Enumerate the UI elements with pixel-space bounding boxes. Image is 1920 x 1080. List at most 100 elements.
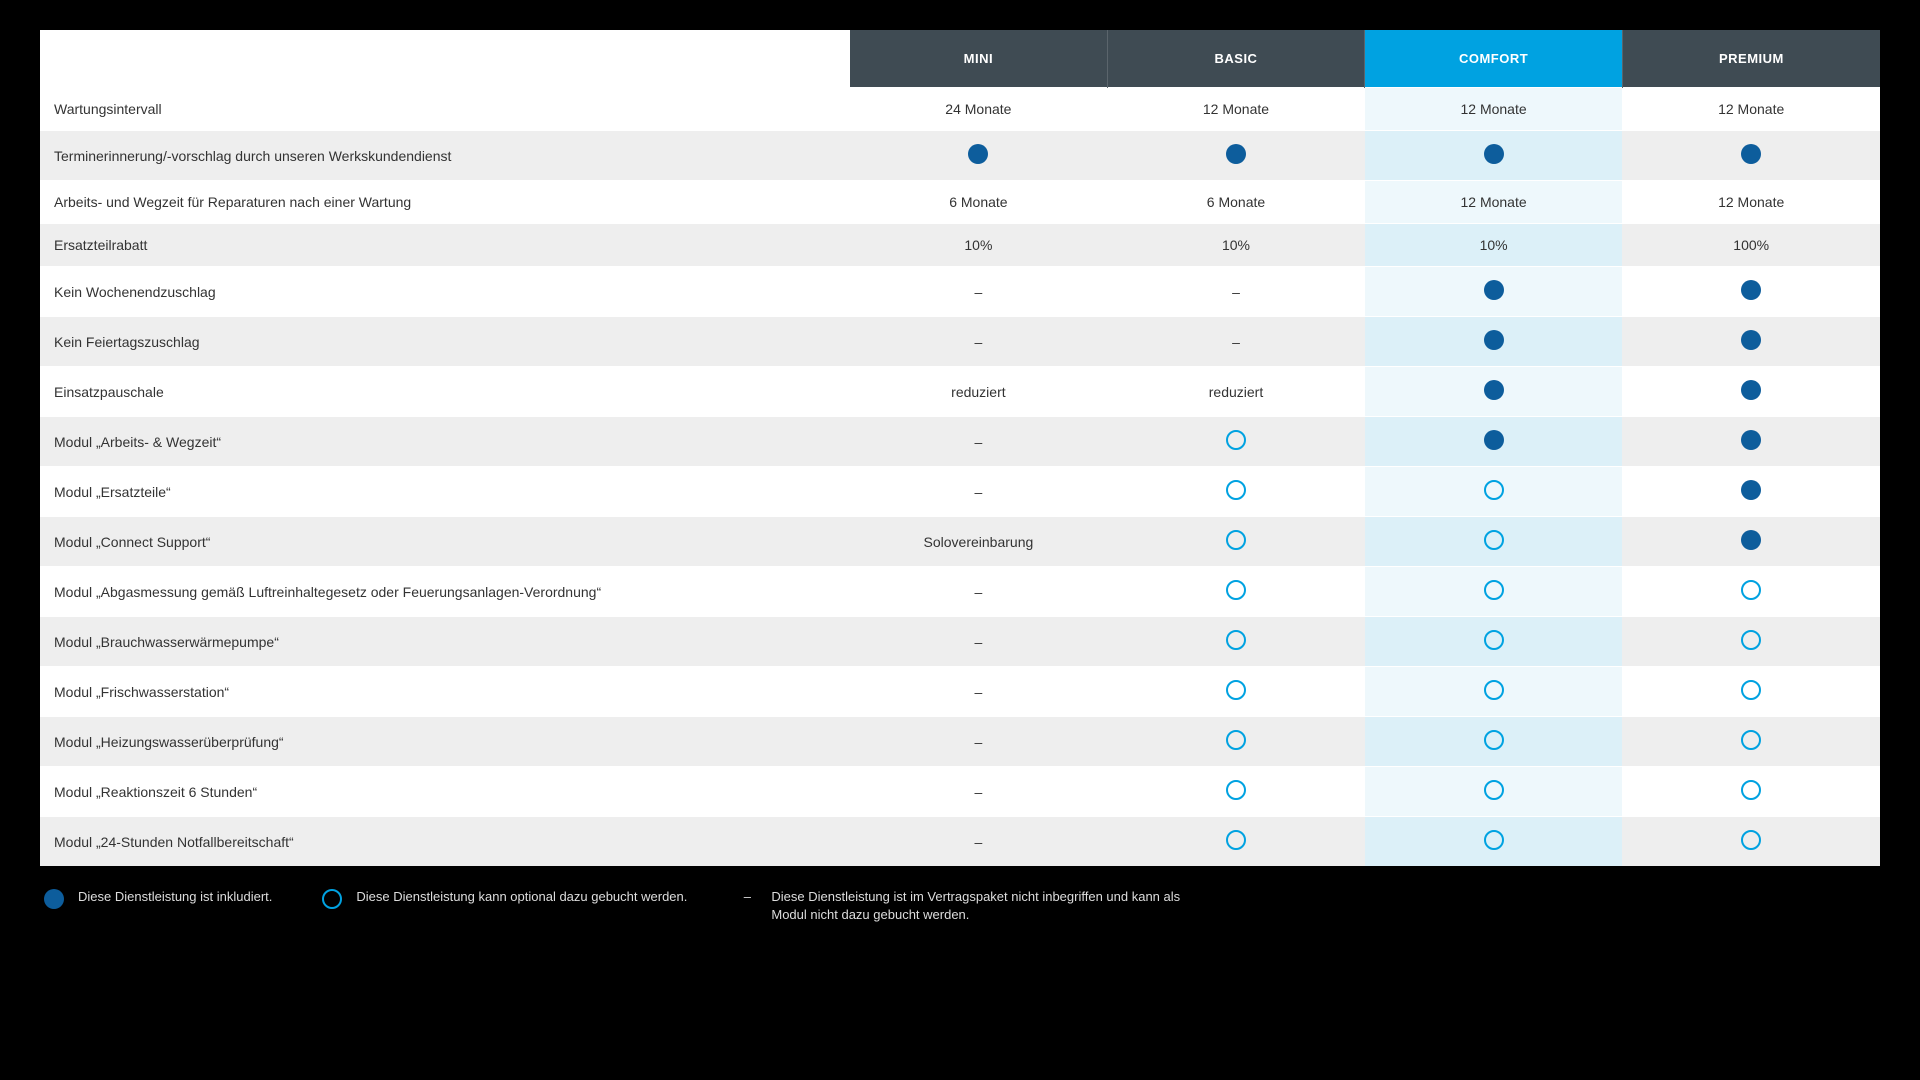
feature-cell xyxy=(1365,667,1623,717)
feature-cell xyxy=(1365,417,1623,467)
dash-icon: – xyxy=(974,734,982,750)
dot-filled-icon xyxy=(1741,380,1761,400)
feature-label: Kein Wochenendzuschlag xyxy=(40,267,850,317)
dash-icon: – xyxy=(1232,334,1240,350)
dash-icon: – xyxy=(974,434,982,450)
feature-cell: – xyxy=(850,467,1108,517)
dot-outline-icon xyxy=(1741,780,1761,800)
dot-outline-icon xyxy=(1741,830,1761,850)
feature-cell xyxy=(1622,267,1880,317)
dot-outline-icon xyxy=(1484,780,1504,800)
feature-label: Terminerinnerung/-vorschlag durch unsere… xyxy=(40,131,850,181)
feature-cell xyxy=(1107,131,1365,181)
feature-label: Modul „Reaktionszeit 6 Stunden“ xyxy=(40,767,850,817)
table-row: Kein Wochenendzuschlag–– xyxy=(40,267,1880,317)
feature-cell: – xyxy=(850,767,1108,817)
dash-icon: – xyxy=(974,334,982,350)
feature-cell: – xyxy=(850,817,1108,867)
feature-cell xyxy=(1622,717,1880,767)
dot-outline-icon xyxy=(1226,630,1246,650)
feature-cell: 12 Monate xyxy=(1365,88,1623,131)
feature-label: Modul „Heizungswasserüberprüfung“ xyxy=(40,717,850,767)
dot-filled-icon xyxy=(1484,330,1504,350)
dot-filled-icon xyxy=(1741,330,1761,350)
feature-cell xyxy=(1107,567,1365,617)
feature-cell xyxy=(1107,817,1365,867)
dot-outline-icon xyxy=(1226,430,1246,450)
feature-cell xyxy=(1622,417,1880,467)
feature-cell xyxy=(1622,467,1880,517)
feature-cell: reduziert xyxy=(1107,367,1365,417)
dash-icon: – xyxy=(737,889,757,904)
feature-label: Wartungsintervall xyxy=(40,88,850,131)
feature-cell: 12 Monate xyxy=(1107,88,1365,131)
feature-cell xyxy=(1622,367,1880,417)
feature-cell xyxy=(1365,817,1623,867)
feature-cell: 10% xyxy=(1365,224,1623,267)
dot-outline-icon xyxy=(1226,530,1246,550)
feature-cell xyxy=(1365,717,1623,767)
feature-cell: – xyxy=(850,717,1108,767)
feature-cell: 24 Monate xyxy=(850,88,1108,131)
dot-filled-icon xyxy=(1484,280,1504,300)
feature-cell: – xyxy=(850,667,1108,717)
dash-icon: – xyxy=(1232,284,1240,300)
table-row: Ersatzteilrabatt10%10%10%100% xyxy=(40,224,1880,267)
feature-cell: – xyxy=(850,267,1108,317)
feature-label: Modul „Connect Support“ xyxy=(40,517,850,567)
table-row: Kein Feiertagszuschlag–– xyxy=(40,317,1880,367)
table-row: Terminerinnerung/-vorschlag durch unsere… xyxy=(40,131,1880,181)
feature-cell xyxy=(1365,131,1623,181)
table-row: Modul „Connect Support“Solovereinbarung xyxy=(40,517,1880,567)
table-row: Modul „24-Stunden Notfallbereitschaft“– xyxy=(40,817,1880,867)
feature-cell xyxy=(1622,567,1880,617)
plan-header: COMFORT xyxy=(1365,30,1623,88)
feature-cell: – xyxy=(850,317,1108,367)
feature-label: Modul „Ersatzteile“ xyxy=(40,467,850,517)
feature-cell: 12 Monate xyxy=(1365,181,1623,224)
table-row: Modul „Brauchwasserwärmepumpe“– xyxy=(40,617,1880,667)
dot-filled-icon xyxy=(1226,144,1246,164)
table-row: Modul „Ersatzteile“ – xyxy=(40,467,1880,517)
feature-cell xyxy=(1107,667,1365,717)
feature-cell xyxy=(1365,517,1623,567)
feature-label: Modul „Arbeits- & Wegzeit“ xyxy=(40,417,850,467)
dot-outline-icon xyxy=(1226,480,1246,500)
dash-icon: – xyxy=(974,484,982,500)
feature-cell xyxy=(1365,317,1623,367)
dot-outline-icon xyxy=(1741,630,1761,650)
feature-cell xyxy=(1365,567,1623,617)
feature-cell: 6 Monate xyxy=(850,181,1108,224)
feature-cell xyxy=(1622,617,1880,667)
feature-cell xyxy=(1365,767,1623,817)
feature-cell xyxy=(1622,667,1880,717)
feature-cell: reduziert xyxy=(850,367,1108,417)
dot-filled-icon xyxy=(1741,144,1761,164)
feature-cell xyxy=(1107,767,1365,817)
dot-outline-icon xyxy=(1484,730,1504,750)
feature-cell xyxy=(1622,131,1880,181)
legend-optional-text: Diese Dienstleistung kann optional dazu … xyxy=(356,888,687,906)
dot-outline-icon xyxy=(1226,580,1246,600)
table-row: Modul „Arbeits- & Wegzeit“ – xyxy=(40,417,1880,467)
comparison-table: MINIBASICCOMFORTPREMIUM Wartungsinterval… xyxy=(40,30,1880,866)
dot-filled-icon xyxy=(1484,144,1504,164)
dot-filled-icon xyxy=(1741,530,1761,550)
feature-cell xyxy=(1365,367,1623,417)
table-row: Modul „Frischwasserstation“– xyxy=(40,667,1880,717)
dot-outline-icon xyxy=(1484,480,1504,500)
dash-icon: – xyxy=(974,584,982,600)
feature-label: Ersatzteilrabatt xyxy=(40,224,850,267)
feature-cell xyxy=(1622,517,1880,567)
legend-excluded: – Diese Dienstleistung ist im Vertragspa… xyxy=(737,888,1197,924)
feature-cell: – xyxy=(850,617,1108,667)
feature-cell: 10% xyxy=(1107,224,1365,267)
feature-cell xyxy=(1107,717,1365,767)
dot-outline-icon xyxy=(322,889,342,909)
dot-filled-icon xyxy=(1741,280,1761,300)
table-row: Arbeits- und Wegzeit für Reparaturen nac… xyxy=(40,181,1880,224)
plan-header: BASIC xyxy=(1107,30,1365,88)
legend-included-text: Diese Dienstleistung ist inkludiert. xyxy=(78,888,272,906)
table-row: Modul „Heizungswasserüberprüfung“ – xyxy=(40,717,1880,767)
dot-outline-icon xyxy=(1226,730,1246,750)
